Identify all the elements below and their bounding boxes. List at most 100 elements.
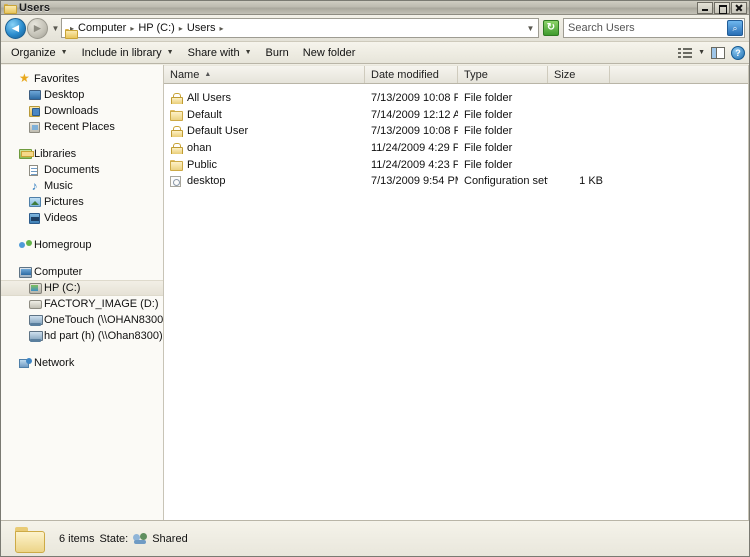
file-name: desktop bbox=[187, 175, 226, 188]
file-name-cell[interactable]: Public bbox=[164, 159, 365, 171]
sidebar-item-downloads[interactable]: Downloads bbox=[1, 103, 163, 119]
breadcrumb-item-hp-c[interactable]: HP (C:) bbox=[136, 22, 176, 34]
file-name: Default User bbox=[187, 125, 249, 138]
breadcrumb-item-users[interactable]: Users bbox=[185, 22, 218, 34]
column-header-label: Date modified bbox=[371, 68, 439, 81]
address-dropdown-caret[interactable]: ▼ bbox=[525, 24, 536, 33]
table-row[interactable]: ohan 11/24/2009 4:29 PM File folder bbox=[164, 140, 748, 157]
breadcrumb-separator[interactable]: ▸ bbox=[218, 24, 226, 33]
file-date-cell: 7/13/2009 10:08 PM bbox=[371, 92, 458, 105]
file-name-cell[interactable]: Default bbox=[164, 109, 365, 121]
recent-places-icon bbox=[29, 121, 44, 133]
column-header-label: Type bbox=[464, 68, 488, 81]
status-details: 6 items State: Shared bbox=[59, 533, 188, 545]
organize-button[interactable]: Organize ▼ bbox=[5, 45, 74, 61]
new-folder-button[interactable]: New folder bbox=[297, 45, 362, 61]
column-header-date-modified[interactable]: Date modified bbox=[365, 66, 458, 83]
column-header-type[interactable]: Type bbox=[458, 66, 548, 83]
homegroup-icon bbox=[19, 239, 34, 251]
file-name: Default bbox=[187, 108, 222, 121]
sidebar-group-label: Homegroup bbox=[34, 239, 92, 251]
breadcrumb-separator[interactable]: ▸ bbox=[177, 24, 185, 33]
column-header-name[interactable]: Name ▲ bbox=[164, 66, 365, 83]
file-name-cell[interactable]: desktop bbox=[164, 175, 365, 187]
toolbar-right-group: ▼ ? bbox=[678, 45, 745, 60]
breadcrumb[interactable]: ▸ Computer ▸ HP (C:) ▸ Users ▸ ▼ bbox=[61, 18, 539, 38]
share-with-label: Share with bbox=[187, 46, 240, 59]
sidebar-group-libraries[interactable]: Libraries bbox=[1, 146, 163, 162]
network-icon bbox=[19, 357, 34, 369]
maximize-button[interactable] bbox=[714, 2, 730, 14]
item-count: 6 items bbox=[59, 532, 95, 545]
window-folder-icon bbox=[4, 3, 15, 13]
sort-ascending-icon: ▲ bbox=[204, 71, 212, 78]
file-date-cell: 7/13/2009 10:08 PM bbox=[371, 125, 458, 138]
sidebar-item-hp-c[interactable]: HP (C:) bbox=[1, 280, 163, 296]
sidebar-group-network[interactable]: Network bbox=[1, 355, 163, 371]
back-button[interactable]: ◄ bbox=[5, 17, 26, 39]
sidebar-item-documents[interactable]: Documents bbox=[1, 162, 163, 178]
sidebar-item-hd-part-z[interactable]: hd part (h) (\\Ohan8300) (Z:) bbox=[1, 328, 163, 344]
sidebar-group-computer[interactable]: Computer bbox=[1, 264, 163, 280]
view-chevron-down-icon[interactable]: ▼ bbox=[698, 49, 705, 56]
burn-button[interactable]: Burn bbox=[260, 45, 295, 61]
forward-arrow-icon: ► bbox=[31, 21, 44, 35]
locked-folder-icon bbox=[170, 92, 187, 105]
computer-icon bbox=[19, 266, 34, 278]
folder-icon bbox=[170, 109, 187, 121]
view-list-icon[interactable] bbox=[678, 47, 693, 59]
search-input[interactable]: Search Users ⌕ bbox=[563, 18, 745, 38]
sidebar-item-recent-places[interactable]: Recent Places bbox=[1, 119, 163, 135]
table-row[interactable]: Default User 7/13/2009 10:08 PM File fol… bbox=[164, 123, 748, 140]
table-row[interactable]: Public 11/24/2009 4:23 PM File folder bbox=[164, 156, 748, 173]
sidebar-item-label: Music bbox=[44, 180, 73, 192]
locked-folder-icon bbox=[170, 125, 187, 138]
minimize-button[interactable] bbox=[697, 2, 713, 14]
chevron-down-icon: ▼ bbox=[244, 49, 252, 56]
sidebar-item-factory-image-d[interactable]: FACTORY_IMAGE (D:) bbox=[1, 296, 163, 312]
sidebar-item-music[interactable]: ♪ Music bbox=[1, 178, 163, 194]
sidebar-item-label: OneTouch (\\OHAN8300) (Y:) bbox=[44, 314, 164, 326]
column-header-row: Name ▲ Date modified Type Size bbox=[164, 65, 748, 84]
close-button[interactable] bbox=[731, 2, 747, 14]
file-type-cell: File folder bbox=[464, 92, 513, 105]
libraries-icon bbox=[19, 149, 34, 159]
breadcrumb-separator[interactable]: ▸ bbox=[128, 24, 136, 33]
sidebar-group-homegroup[interactable]: Homegroup bbox=[1, 237, 163, 253]
file-name-cell[interactable]: Default User bbox=[164, 125, 365, 138]
sidebar-group-label: Favorites bbox=[34, 73, 80, 85]
breadcrumb-item-computer[interactable]: Computer bbox=[76, 22, 128, 34]
sidebar-item-label: Pictures bbox=[44, 196, 84, 208]
magnifier-icon[interactable]: ⌕ bbox=[727, 20, 743, 36]
column-header-size[interactable]: Size bbox=[548, 66, 610, 83]
include-in-library-label: Include in library bbox=[81, 46, 162, 59]
sidebar-item-pictures[interactable]: Pictures bbox=[1, 194, 163, 210]
command-toolbar: Organize ▼ Include in library ▼ Share wi… bbox=[1, 42, 749, 64]
recent-locations-button[interactable]: ▼ bbox=[50, 24, 61, 33]
share-with-button[interactable]: Share with ▼ bbox=[182, 45, 258, 61]
sidebar-item-videos[interactable]: Videos bbox=[1, 210, 163, 226]
table-row[interactable]: All Users 7/13/2009 10:08 PM File folder bbox=[164, 90, 748, 107]
window-controls bbox=[697, 2, 747, 14]
sidebar-item-onetouch-y[interactable]: OneTouch (\\OHAN8300) (Y:) bbox=[1, 312, 163, 328]
hard-drive-icon bbox=[29, 299, 44, 309]
help-icon[interactable]: ? bbox=[731, 45, 745, 60]
preview-pane-icon[interactable] bbox=[711, 46, 725, 59]
file-name-cell[interactable]: ohan bbox=[164, 142, 365, 155]
table-row[interactable]: Default 7/14/2009 12:12 AM File folder bbox=[164, 107, 748, 124]
file-list-pane: Name ▲ Date modified Type Size All Users… bbox=[164, 65, 749, 520]
sidebar-item-desktop[interactable]: Desktop bbox=[1, 87, 163, 103]
pictures-icon bbox=[29, 197, 44, 207]
include-in-library-button[interactable]: Include in library ▼ bbox=[76, 45, 180, 61]
forward-button[interactable]: ► bbox=[27, 17, 48, 39]
refresh-icon[interactable]: ↻ bbox=[543, 20, 559, 36]
status-bar: 6 items State: Shared bbox=[1, 520, 749, 556]
file-name-cell[interactable]: All Users bbox=[164, 92, 365, 105]
sidebar-item-label: Documents bbox=[44, 164, 100, 176]
table-row[interactable]: desktop 7/13/2009 9:54 PM Configuration … bbox=[164, 173, 748, 190]
sidebar-group-favorites[interactable]: ★ Favorites bbox=[1, 71, 163, 87]
file-name: ohan bbox=[187, 142, 212, 155]
sidebar-item-label: FACTORY_IMAGE (D:) bbox=[44, 298, 159, 310]
downloads-icon bbox=[29, 105, 44, 117]
